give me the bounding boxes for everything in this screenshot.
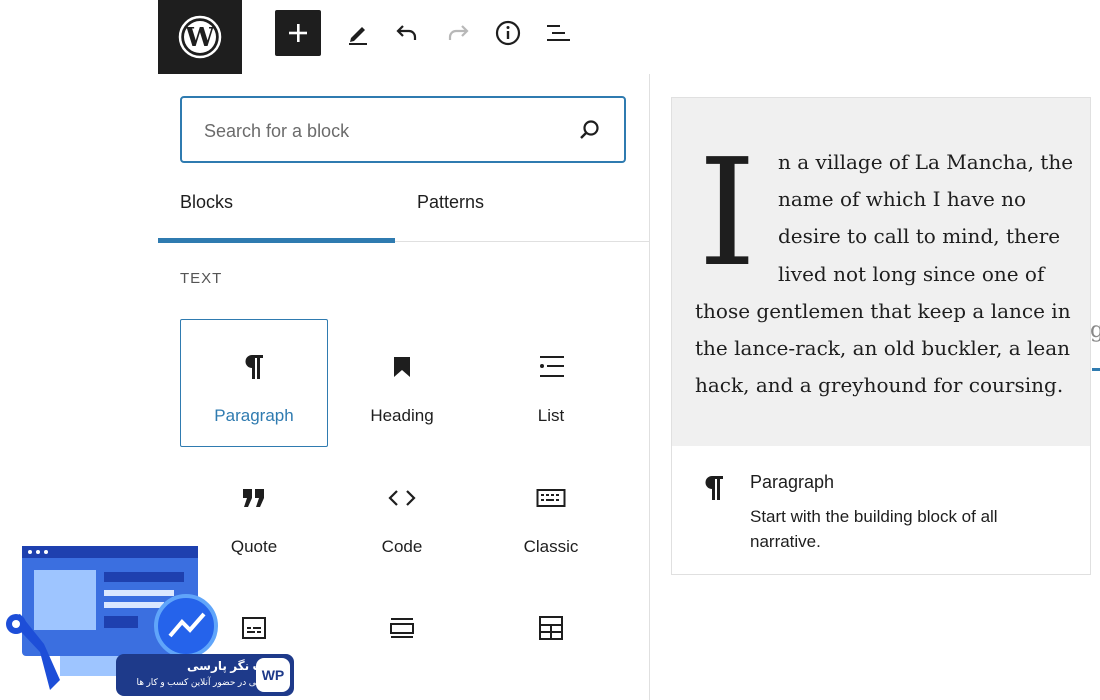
watermark-badge: وب نگر پارسی تحولی در حضور آنلاین کسب و … <box>116 654 294 696</box>
code-icon <box>387 483 417 513</box>
wordpress-logo-button[interactable]: W <box>158 0 242 74</box>
pullquote-icon <box>387 613 417 643</box>
watermark-logo-mark: WP <box>256 658 290 692</box>
block-item-table[interactable] <box>477 580 625 700</box>
list-view-button[interactable] <box>535 10 581 56</box>
category-heading: TEXT <box>180 270 223 287</box>
tab-patterns[interactable]: Patterns <box>417 192 484 238</box>
watermark-tagline: تحولی در حضور آنلاین کسب و کار ها <box>136 677 272 687</box>
block-item-classic[interactable]: Classic <box>477 450 625 578</box>
search-input[interactable] <box>202 116 566 146</box>
block-preview-card: I n a village of La Mancha, the name of … <box>671 97 1091 575</box>
bookmark-icon <box>387 352 417 382</box>
block-info-description: Start with the building block of all nar… <box>750 507 998 551</box>
paragraph-icon <box>239 352 269 382</box>
preview-line: n a village of La Mancha, the <box>778 150 1074 174</box>
redo-icon <box>448 25 469 40</box>
editor-toolbar: W <box>0 0 1100 74</box>
table-icon <box>536 613 566 643</box>
info-icon <box>495 20 521 46</box>
block-label: Classic <box>523 537 579 556</box>
paragraph-icon <box>705 476 723 500</box>
block-item-pullquote[interactable] <box>328 580 476 700</box>
quote-icon <box>239 483 269 513</box>
block-label: Heading <box>370 406 434 425</box>
offscreen-text-fragment: g <box>1090 318 1100 343</box>
details-button[interactable] <box>485 10 531 56</box>
preview-line: desire to call to mind, there <box>778 224 1061 248</box>
preview-line: name of which I have no <box>778 187 1027 211</box>
block-info-title: Paragraph <box>750 472 835 492</box>
svg-text:W: W <box>184 23 215 53</box>
preview-line: the lance-rack, an old buckler, a lean <box>695 336 1071 360</box>
tab-blocks[interactable]: Blocks <box>180 192 233 238</box>
preview-line: hack, and a greyhound for coursing. <box>695 373 1064 397</box>
active-tab-indicator <box>158 238 395 243</box>
keyboard-icon <box>536 483 566 513</box>
drop-cap: I <box>698 127 757 299</box>
plus-icon <box>289 24 307 42</box>
block-item-list[interactable]: List <box>477 319 625 447</box>
offscreen-tab-indicator <box>1092 368 1100 371</box>
undo-button[interactable] <box>384 10 430 56</box>
block-label: List <box>537 406 565 425</box>
block-label: Paragraph <box>214 406 294 425</box>
tools-button[interactable] <box>335 10 381 56</box>
block-item-code[interactable]: Code <box>328 450 476 578</box>
block-label: Code <box>381 537 423 556</box>
list-icon <box>536 352 566 382</box>
add-block-button[interactable] <box>275 10 321 56</box>
preview-content: I n a village of La Mancha, the name of … <box>672 98 1090 446</box>
preview-line: lived not long since one of <box>778 262 1045 286</box>
tabs-divider <box>395 241 649 242</box>
search-icon[interactable] <box>578 118 602 142</box>
block-item-paragraph[interactable]: Paragraph <box>180 319 328 447</box>
undo-icon <box>396 25 417 40</box>
block-item-heading[interactable]: Heading <box>328 319 476 447</box>
search-box[interactable] <box>180 96 626 163</box>
redo-button[interactable] <box>435 10 481 56</box>
wordpress-logo-icon: W <box>178 15 222 59</box>
pencil-icon <box>349 27 367 45</box>
preview-line: those gentlemen that keep a lance in <box>695 299 1071 323</box>
list-view-icon <box>547 25 570 41</box>
